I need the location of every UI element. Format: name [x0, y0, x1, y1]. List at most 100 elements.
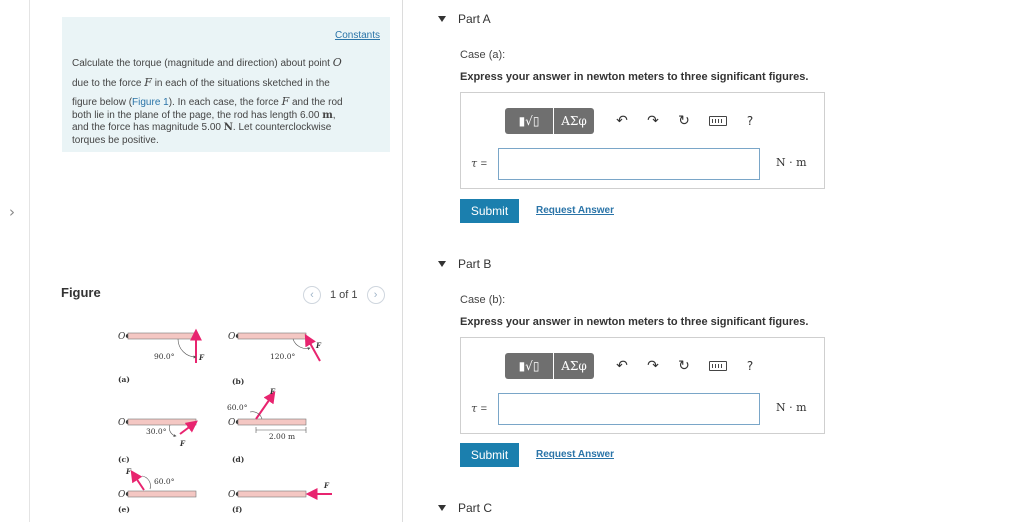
math-toolbar: ▮√▯ ΑΣφ ↶ ↷ ↻ ? [505, 353, 758, 379]
rod [237, 418, 307, 426]
force-arrow [255, 391, 276, 420]
case-a-diagram: O 90.0° F (a) [118, 328, 205, 384]
reset-icon[interactable]: ↻ [676, 113, 692, 129]
chevron-left-icon[interactable]: ‹ [303, 286, 321, 304]
angle-label: 30.0° [146, 427, 167, 436]
distance-label: 2.00 m [269, 432, 295, 441]
page: › Constants Calculate the torque (magnit… [0, 0, 1024, 522]
caret-down-icon [438, 261, 446, 267]
angle-label: 60.0° [227, 403, 248, 412]
rod [237, 332, 307, 340]
case-label: (c) [118, 455, 130, 464]
chevron-right-icon[interactable]: › [366, 286, 385, 304]
part-title: Part C [458, 501, 493, 515]
force-label: F [198, 353, 205, 362]
submit-button[interactable]: Submit [460, 443, 519, 467]
part-title: Part A [458, 12, 491, 26]
force-arrow [130, 470, 145, 491]
expand-arrow-icon[interactable]: › [9, 203, 15, 221]
units-label: N · m [776, 156, 807, 169]
figure-pager: ‹ 1 of 1 › [303, 286, 385, 304]
case-label: Case (a): [460, 49, 506, 61]
units-label: N · m [776, 401, 807, 414]
part-b-header[interactable]: Part B [438, 257, 491, 271]
force-label: F [269, 387, 276, 396]
greek-button[interactable]: ΑΣφ [554, 108, 594, 134]
angle-label: 120.0° [270, 352, 295, 361]
submit-button[interactable]: Submit [460, 199, 519, 223]
help-button[interactable]: ? [742, 358, 758, 374]
rod [127, 490, 197, 498]
point-o-label: O [228, 490, 236, 500]
figure-title: Figure [61, 285, 101, 300]
rod [127, 418, 197, 426]
case-label: (e) [118, 505, 130, 514]
intro-line-5: and the force has magnitude 5.00 N. Let … [72, 122, 332, 134]
rod [127, 332, 197, 340]
greek-button[interactable]: ΑΣφ [554, 353, 594, 379]
intro-line-1: Calculate the torque (magnitude and dire… [72, 56, 342, 69]
caret-down-icon [438, 16, 446, 22]
reset-icon[interactable]: ↻ [676, 358, 692, 374]
point-o-label: O [228, 332, 236, 342]
case-c-diagram: O 30.0° F (c) [118, 418, 198, 464]
intro-line-6: torques be positive. [72, 134, 159, 146]
answer-box: ▮√▯ ΑΣφ ↶ ↷ ↻ ? τ = N · m [460, 337, 825, 434]
instruction: Express your answer in newton meters to … [460, 71, 809, 83]
left-rail: › [0, 0, 30, 522]
case-b-diagram: O 120.0° F (b) [228, 332, 322, 386]
figure-link[interactable]: Figure 1 [132, 97, 169, 108]
caret-down-icon [438, 505, 446, 511]
force-label: F [323, 481, 330, 490]
point-o-label: O [118, 332, 126, 342]
point-o-label: O [118, 418, 126, 428]
force-label: F [125, 467, 132, 476]
torque-figure: O 90.0° F (a) O 120.0° F (b) O 30.0° F (… [118, 328, 332, 514]
part-a-header[interactable]: Part A [438, 12, 491, 26]
answer-box: ▮√▯ ΑΣφ ↶ ↷ ↻ ? τ = N · m [460, 92, 825, 189]
keyboard-icon[interactable] [709, 361, 727, 371]
case-label: (d) [232, 455, 244, 464]
templates-button[interactable]: ▮√▯ [505, 353, 553, 379]
angle-label: 60.0° [154, 477, 175, 486]
request-answer-link[interactable]: Request Answer [536, 449, 614, 460]
problem-intro: Constants Calculate the torque (magnitud… [62, 17, 390, 152]
redo-icon[interactable]: ↷ [645, 358, 661, 374]
case-d-diagram: O 60.0° F 2.00 m (d) [227, 387, 307, 464]
constants-link[interactable]: Constants [335, 30, 380, 43]
point-o-label: O [118, 490, 126, 500]
undo-icon[interactable]: ↶ [614, 113, 630, 129]
case-label: Case (b): [460, 294, 506, 306]
answer-input[interactable] [498, 393, 760, 425]
force-label: F [179, 439, 186, 448]
angle-arc [177, 338, 197, 359]
angle-label: 90.0° [154, 352, 175, 361]
intro-line-2: due to the force F in each of the situat… [72, 75, 330, 89]
case-label: (f) [232, 505, 242, 514]
force-symbol: F [144, 75, 152, 89]
rod [237, 490, 307, 498]
case-e-diagram: O 60.0° F (e) [118, 467, 197, 514]
variable-label: τ = [471, 402, 488, 415]
intro-line-4: both lie in the plane of the page, the r… [72, 109, 336, 121]
templates-button[interactable]: ▮√▯ [505, 108, 553, 134]
keyboard-icon[interactable] [709, 116, 727, 126]
intro-line-3: figure below (Figure 1). In each case, t… [72, 95, 343, 109]
point-o-label: O [228, 418, 236, 428]
pager-text: 1 of 1 [330, 289, 358, 301]
case-label: (a) [118, 375, 130, 384]
case-label: (b) [232, 377, 244, 386]
angle-arc [169, 424, 177, 438]
part-c-header[interactable]: Part C [438, 501, 492, 515]
column-divider [402, 0, 403, 522]
request-answer-link[interactable]: Request Answer [536, 205, 614, 216]
part-title: Part B [458, 257, 492, 271]
case-f-diagram: O F (f) [228, 481, 332, 514]
angle-arc [141, 475, 151, 490]
math-toolbar: ▮√▯ ΑΣφ ↶ ↷ ↻ ? [505, 108, 758, 134]
variable-label: τ = [471, 157, 488, 170]
answer-input[interactable] [498, 148, 760, 180]
redo-icon[interactable]: ↷ [645, 113, 661, 129]
undo-icon[interactable]: ↶ [614, 358, 630, 374]
help-button[interactable]: ? [742, 113, 758, 129]
